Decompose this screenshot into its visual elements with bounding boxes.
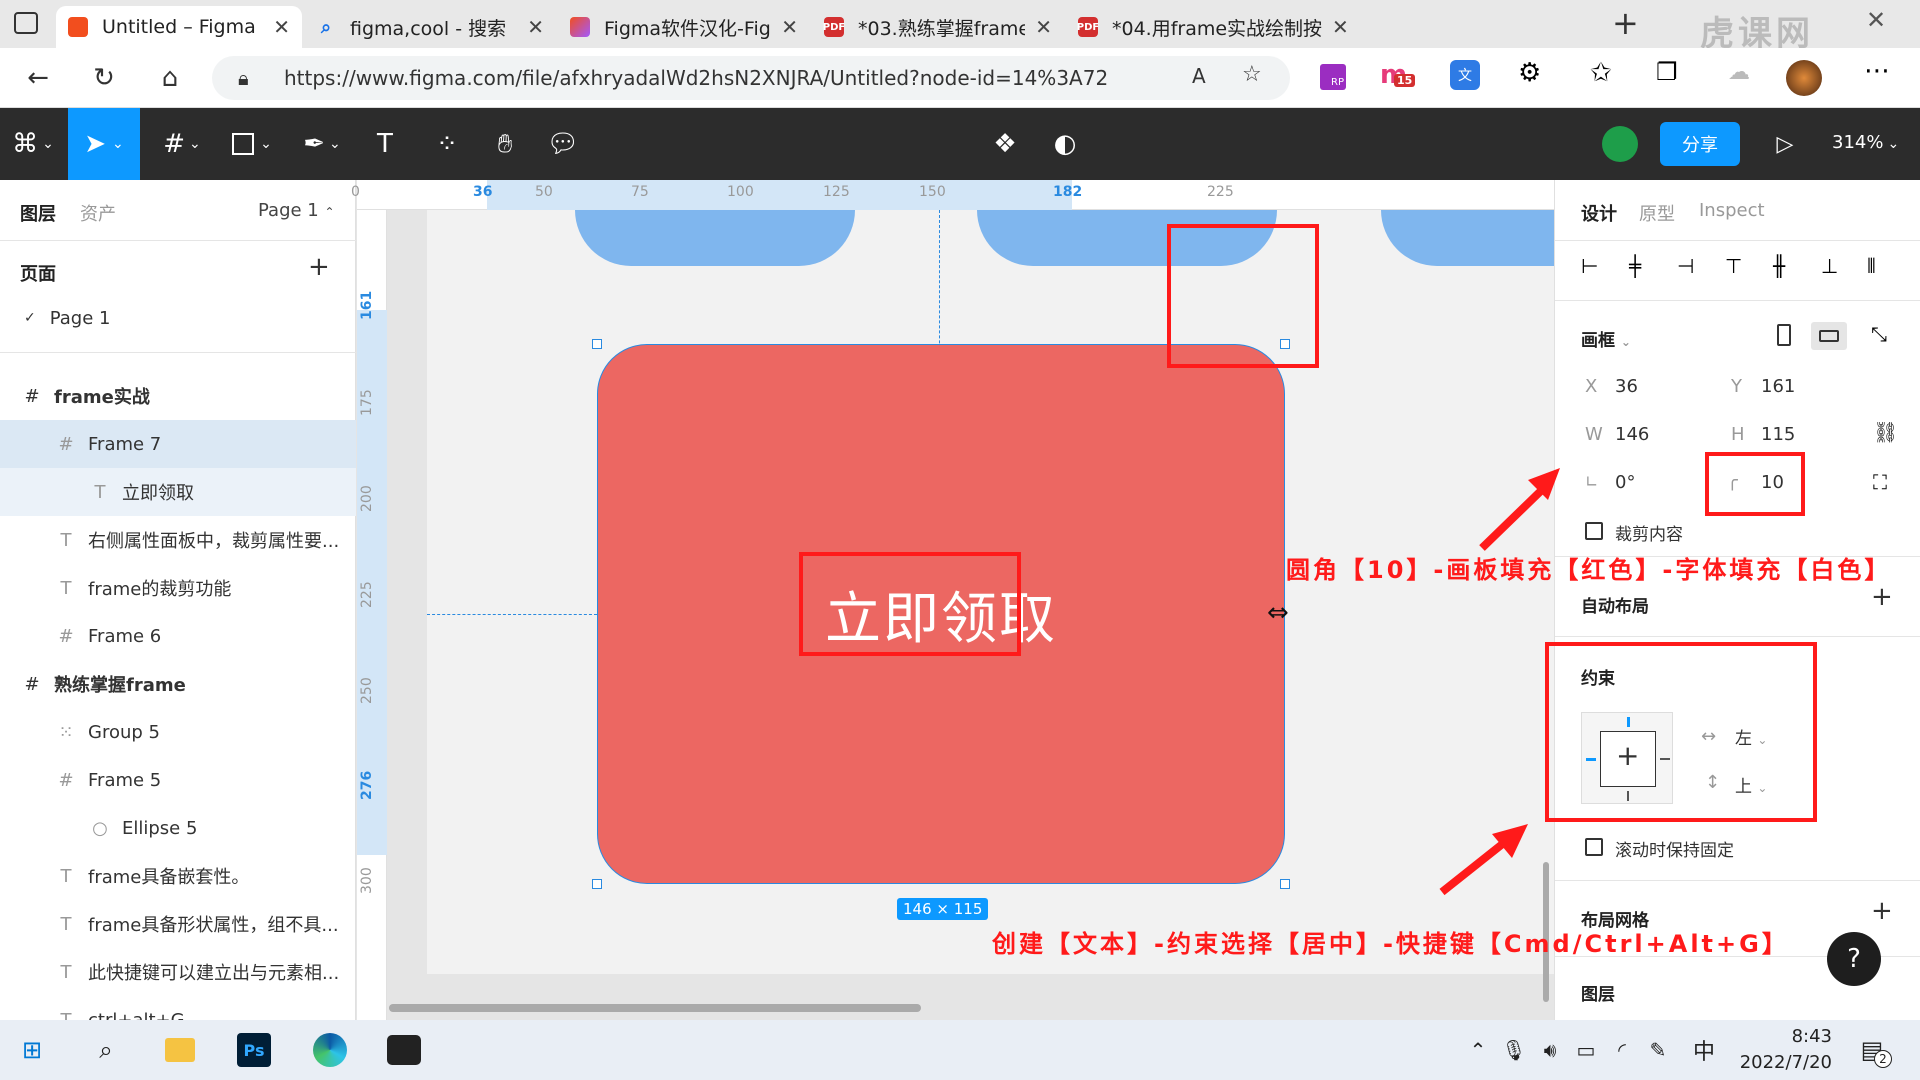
notification-icon[interactable]: ▤ 2 — [1852, 1030, 1892, 1070]
annotation-arrows — [1439, 468, 1560, 896]
arrow-bottom — [1439, 824, 1528, 896]
windows-start-icon[interactable]: ⊞ — [12, 1030, 52, 1070]
clock-time: 8:43 — [1791, 1026, 1832, 1047]
notification-count: 2 — [1874, 1050, 1892, 1068]
photoshop-icon[interactable]: Ps — [234, 1030, 274, 1070]
battery-icon[interactable]: ▭ — [1566, 1030, 1606, 1070]
arrow-top — [1479, 468, 1560, 551]
windows-taskbar: ⊞ ⌕ Ps ⌃ 🎙︎ 🔊︎ ▭ ◜ ✎ 中 8:43 2022/7/20 ▤ … — [0, 1020, 1920, 1080]
microphone-icon[interactable]: 🎙︎ — [1494, 1030, 1534, 1070]
wifi-icon[interactable]: ◜ — [1602, 1030, 1642, 1070]
file-explorer-icon[interactable] — [160, 1030, 200, 1070]
search-icon[interactable]: ⌕ — [86, 1030, 126, 1070]
clock-date: 2022/7/20 — [1739, 1052, 1832, 1073]
pen-icon[interactable]: ✎ — [1638, 1030, 1678, 1070]
tray-chevron-icon[interactable]: ⌃ — [1458, 1030, 1498, 1070]
ime-indicator[interactable]: 中 — [1684, 1030, 1724, 1070]
edge-browser-icon[interactable] — [310, 1030, 350, 1070]
camera-app-icon[interactable] — [384, 1030, 424, 1070]
volume-icon[interactable]: 🔊︎ — [1530, 1030, 1570, 1070]
ps-label: Ps — [237, 1033, 271, 1067]
clock[interactable]: 8:43 2022/7/20 — [1722, 1024, 1832, 1076]
